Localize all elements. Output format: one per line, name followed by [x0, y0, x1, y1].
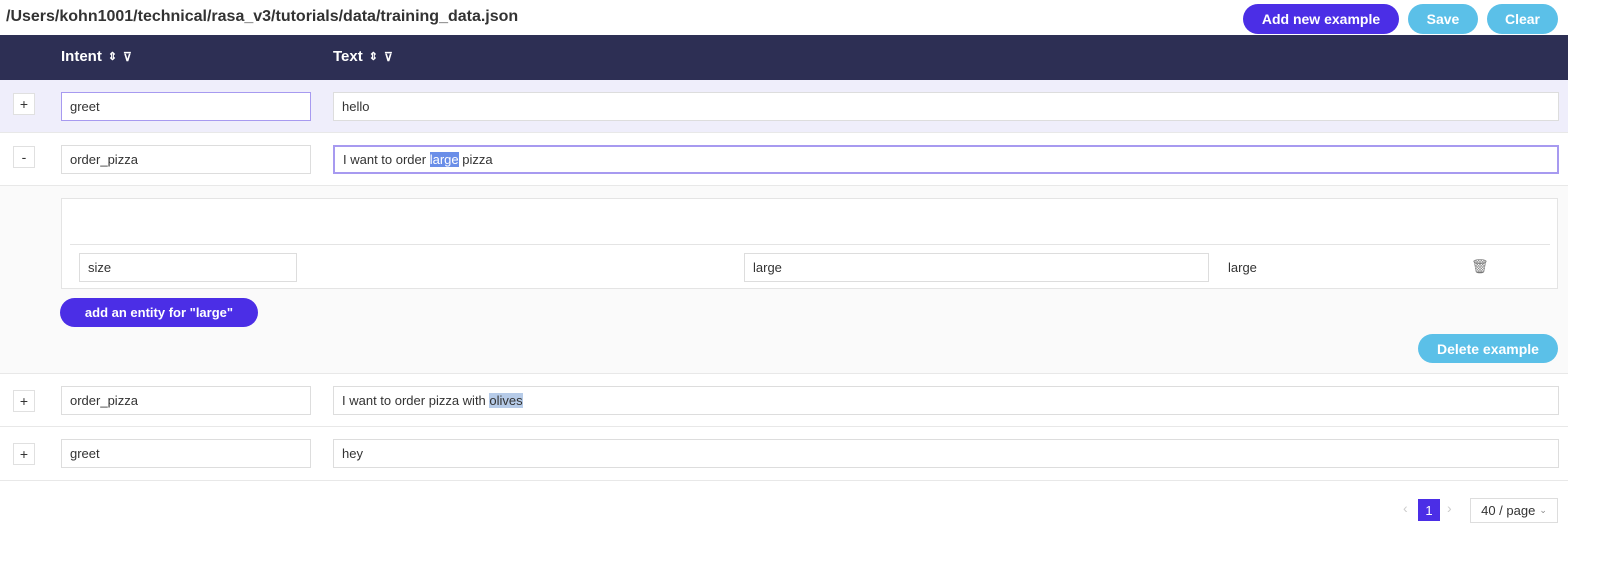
text-input[interactable]: hey [333, 439, 1559, 468]
table-header: Intent ⇕ ⊽ Text ⇕ ⊽ [0, 35, 1568, 80]
entity-highlight: large [429, 152, 459, 167]
page-size-value: 40 / page [1481, 503, 1536, 518]
expand-button[interactable]: + [13, 443, 35, 465]
intent-column-header: Intent [61, 48, 102, 65]
page-size-select[interactable]: 40 / page ⌄ [1470, 498, 1558, 523]
text-input[interactable]: I want to order large pizza [333, 145, 1559, 174]
entity-name-input[interactable]: size [79, 253, 297, 282]
expand-button[interactable]: + [13, 93, 35, 115]
entity-value-input[interactable]: large [744, 253, 1209, 282]
entity-text: large [1228, 260, 1257, 275]
chevron-down-icon: ⌄ [1539, 505, 1547, 515]
entity-highlight: olives [489, 393, 523, 408]
filter-icon[interactable]: ⊽ [384, 50, 393, 64]
table-row: + order_pizza I want to order pizza with… [0, 374, 1568, 427]
next-page-button[interactable]: › [1447, 500, 1452, 516]
add-new-example-button[interactable]: Add new example [1243, 4, 1399, 34]
add-entity-button[interactable]: add an entity for "large" [60, 298, 258, 327]
table-row: + greet hey [0, 427, 1568, 481]
table-row: + greet hello [0, 80, 1568, 133]
text-input[interactable]: I want to order pizza with olives [333, 386, 1559, 415]
divider [70, 244, 1550, 245]
page-1-button[interactable]: 1 [1418, 499, 1440, 521]
trash-icon[interactable]: 🗑 [1471, 258, 1489, 275]
prev-page-button[interactable]: ‹ [1403, 500, 1408, 516]
text-part: pizza [458, 152, 493, 167]
intent-input[interactable]: greet [61, 439, 311, 468]
intent-input[interactable]: greet [61, 92, 311, 121]
entity-table: size large large 🗑 [61, 198, 1558, 289]
clear-button[interactable]: Clear [1487, 4, 1558, 34]
sort-icon[interactable]: ⇕ [108, 50, 117, 63]
save-button[interactable]: Save [1408, 4, 1478, 34]
intent-input[interactable]: order_pizza [61, 145, 311, 174]
collapse-button[interactable]: - [13, 146, 35, 168]
file-path: /Users/kohn1001/technical/rasa_v3/tutori… [6, 8, 519, 25]
filter-icon[interactable]: ⊽ [123, 50, 132, 64]
text-part: I want to order [343, 152, 430, 167]
text-input[interactable]: hello [333, 92, 1559, 121]
delete-example-button[interactable]: Delete example [1418, 334, 1558, 363]
intent-input[interactable]: order_pizza [61, 386, 311, 415]
expand-button[interactable]: + [13, 390, 35, 412]
text-part: I want to order pizza with [342, 393, 490, 408]
expanded-row: size large large 🗑 add an entity for "la… [0, 186, 1568, 374]
sort-icon[interactable]: ⇕ [369, 50, 378, 63]
text-column-header: Text [333, 48, 363, 65]
table-row: - order_pizza I want to order large pizz… [0, 133, 1568, 186]
